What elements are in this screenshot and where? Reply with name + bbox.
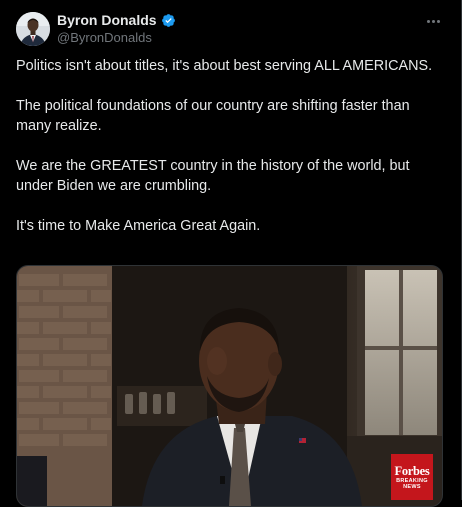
avatar-photo	[16, 12, 50, 46]
video-frame	[17, 266, 442, 506]
tweet-video[interactable]: Forbes BREAKING NEWS	[16, 265, 443, 507]
author-handle[interactable]: @ByronDonalds	[57, 30, 152, 46]
forbes-wordmark: Forbes	[394, 463, 430, 478]
tweet-paragraph: We are the GREATEST country in the histo…	[16, 158, 410, 194]
author-display-name[interactable]: Byron Donalds	[57, 12, 157, 29]
more-dot	[431, 19, 435, 23]
tweet-text: Politics isn't about titles, it's about …	[16, 56, 441, 256]
more-dot	[436, 19, 440, 23]
verified-badge-icon	[161, 14, 175, 27]
forbes-breaking-news-logo: Forbes BREAKING NEWS	[391, 454, 433, 500]
tweet-post: Byron Donalds @ByronDonalds Politics isn…	[0, 0, 462, 507]
news-label: NEWS	[403, 483, 421, 490]
tweet-paragraph: The political foundations of our country…	[16, 98, 410, 134]
more-options-button[interactable]	[424, 12, 442, 30]
author-name-row[interactable]: Byron Donalds	[57, 12, 176, 29]
more-horizontal-icon	[426, 19, 430, 23]
tweet-paragraph: It's time to Make America Great Again.	[16, 218, 261, 234]
tweet-paragraph: Politics isn't about titles, it's about …	[16, 58, 433, 74]
author-avatar[interactable]	[16, 12, 50, 46]
